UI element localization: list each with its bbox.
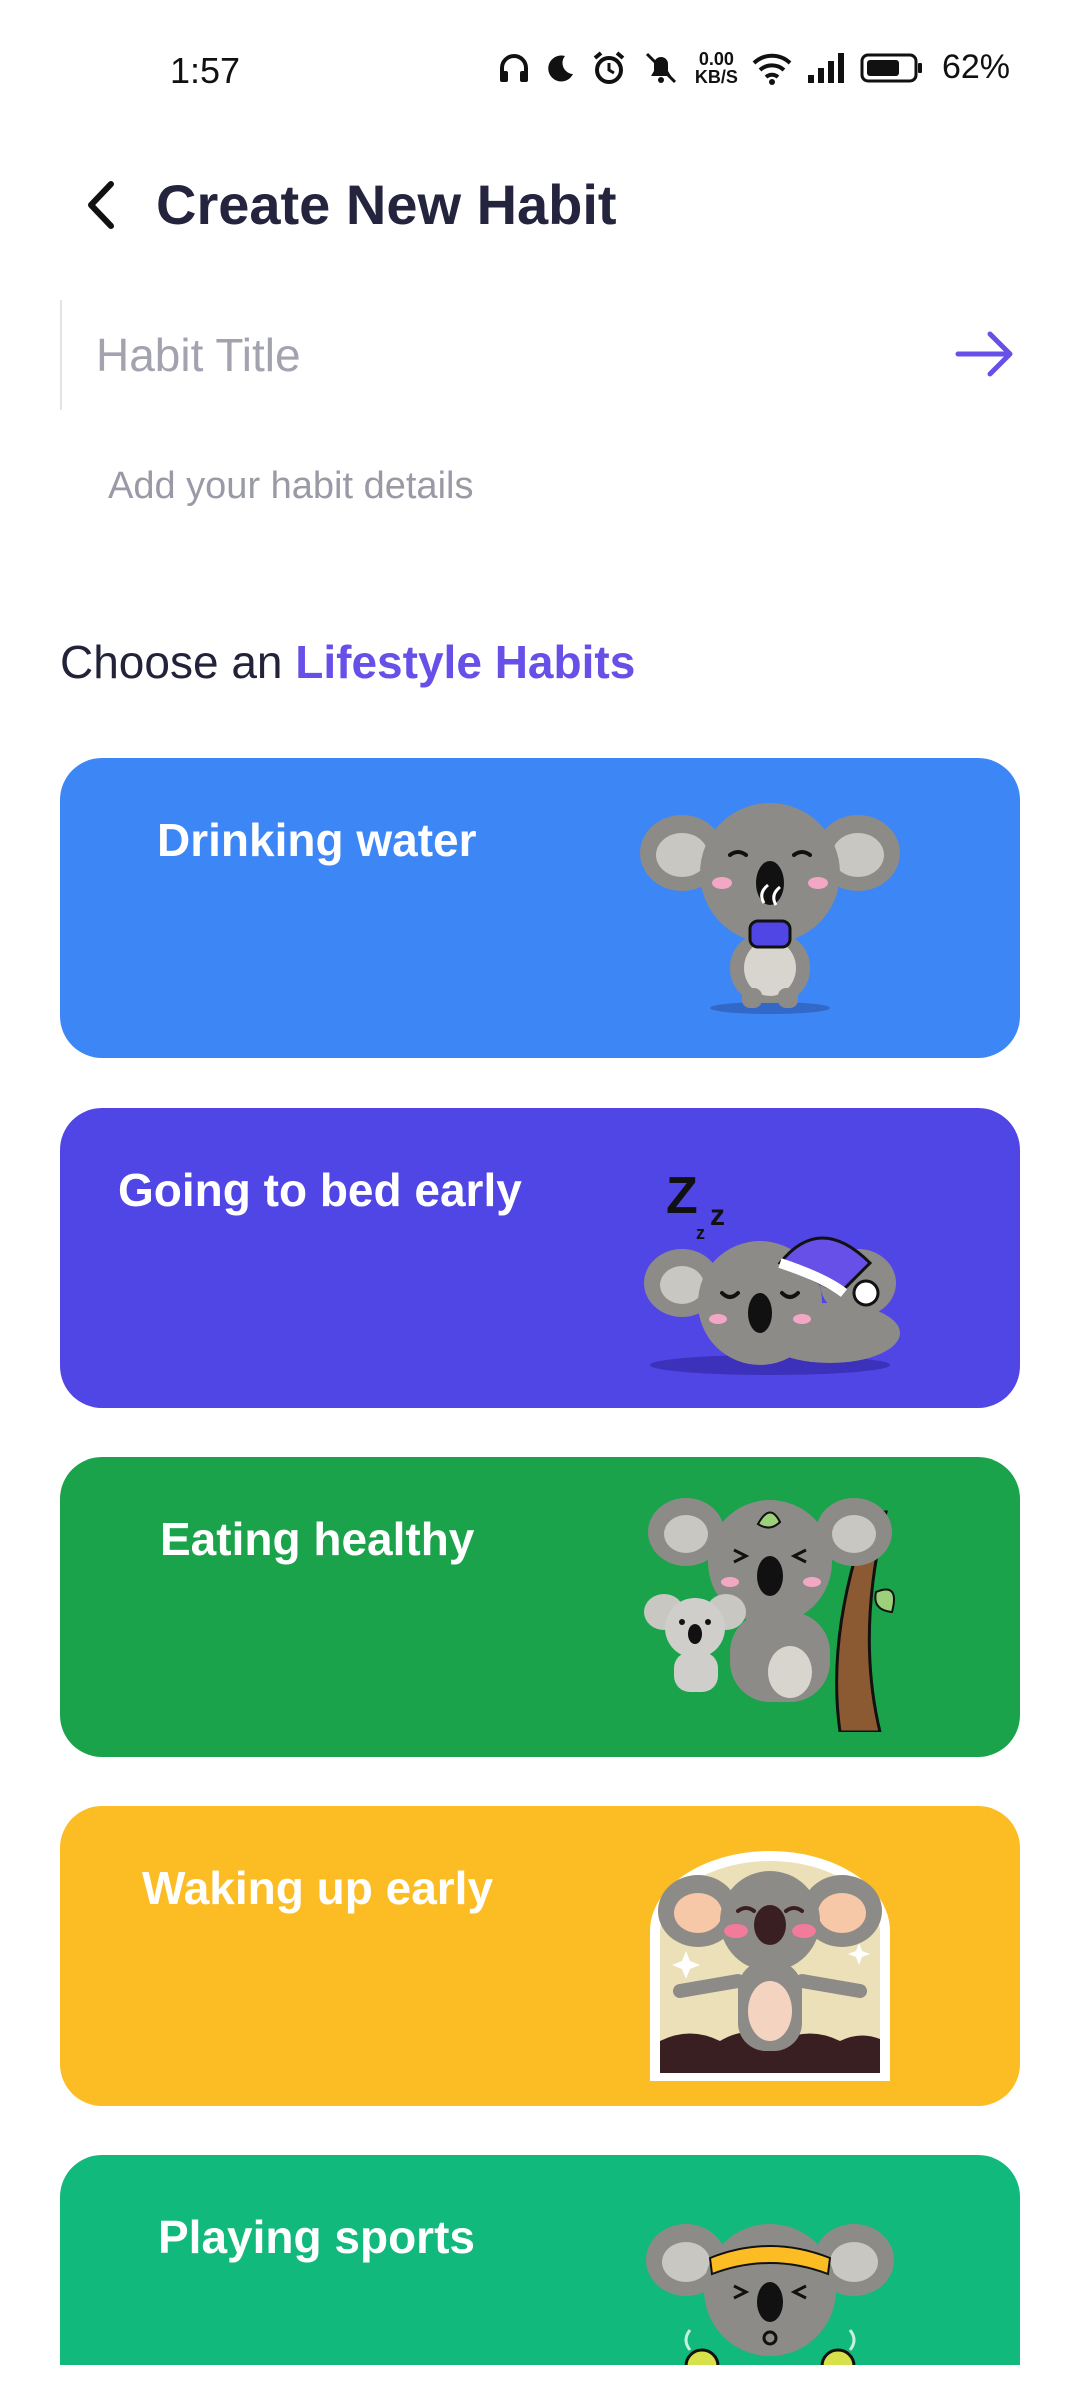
signal-icon xyxy=(807,52,844,83)
section-heading-accent: Lifestyle Habits xyxy=(295,636,636,688)
habit-card-drinking-water[interactable]: Drinking water xyxy=(60,758,1020,1058)
bell-muted-icon xyxy=(645,52,676,83)
net-speed-value: 0.00 xyxy=(698,48,734,69)
moon-icon xyxy=(548,54,573,81)
habit-card-eating-healthy[interactable]: Eating healthy xyxy=(60,1457,1020,1757)
koala-drinking-icon xyxy=(640,803,900,1014)
habit-card-label: Drinking water xyxy=(157,814,477,866)
habit-card-label: Waking up early xyxy=(142,1862,494,1914)
submit-arrow-button[interactable] xyxy=(950,324,1020,384)
bottom-gap xyxy=(0,2365,1080,2400)
status-bar: 1:57 0.00 KB/S 62% xyxy=(0,0,1080,140)
section-heading-prefix: Choose an xyxy=(60,636,296,688)
svg-text:z: z xyxy=(710,1199,725,1232)
battery-percentage: 62% xyxy=(941,48,1010,86)
wifi-icon xyxy=(752,53,792,85)
chevron-left-icon xyxy=(88,181,114,229)
habit-card-going-to-bed-early[interactable]: Going to bed early Z z z xyxy=(60,1108,1020,1408)
battery-icon xyxy=(860,53,922,82)
koala-tree-icon xyxy=(644,1498,895,1732)
page-title: Create New Habit xyxy=(156,173,617,236)
header: Create New Habit xyxy=(0,150,1080,260)
habit-card-label: Going to bed early xyxy=(118,1164,522,1216)
add-details-link[interactable]: Add your habit details xyxy=(108,465,473,508)
habit-card-label: Eating healthy xyxy=(160,1513,475,1565)
habit-title-row xyxy=(60,300,1020,410)
arrow-right-icon xyxy=(955,331,1013,377)
svg-text:z: z xyxy=(696,1223,705,1243)
alarm-icon xyxy=(593,50,625,84)
koala-waking-icon xyxy=(650,1851,890,2081)
habit-card-waking-up-early[interactable]: Waking up early xyxy=(60,1806,1020,2106)
status-time: 1:57 xyxy=(170,50,241,91)
net-speed-unit: KB/S xyxy=(694,66,738,87)
habit-card-playing-sports[interactable]: Playing sports xyxy=(60,2155,1020,2400)
koala-sleeping-icon: Z z z xyxy=(644,1167,900,1375)
section-heading: Choose an Lifestyle Habits xyxy=(60,635,635,689)
status-icons: 0.00 KB/S 62% xyxy=(497,48,1010,87)
back-button[interactable] xyxy=(70,170,130,240)
svg-text:Z: Z xyxy=(666,1167,698,1225)
network-speed: 0.00 KB/S xyxy=(695,50,738,86)
habit-title-input[interactable] xyxy=(96,320,896,390)
headphones-icon xyxy=(499,53,528,82)
habit-card-label: Playing sports xyxy=(158,2211,475,2263)
